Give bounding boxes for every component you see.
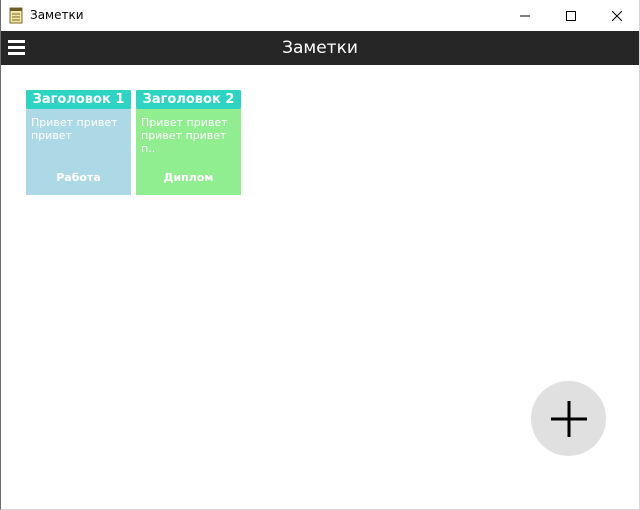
note-title: Заголовок 2	[136, 90, 241, 109]
minimize-button[interactable]	[502, 0, 548, 31]
title-bar: Заметки	[0, 0, 640, 31]
header-title: Заметки	[282, 38, 358, 58]
add-note-button[interactable]	[531, 381, 606, 456]
note-card[interactable]: Заголовок 2 Привет привет привет привет …	[136, 90, 241, 195]
note-category: Работа	[56, 171, 101, 184]
note-title: Заголовок 1	[26, 90, 131, 109]
hamburger-menu-icon[interactable]	[8, 40, 25, 56]
note-body: Привет привет привет привет п..	[141, 116, 228, 154]
note-card[interactable]: Заголовок 1 Привет привет привет Работа	[26, 90, 131, 195]
note-body: Привет привет привет	[31, 116, 118, 142]
minimize-icon	[520, 15, 530, 16]
plus-icon	[550, 400, 587, 437]
close-button[interactable]	[594, 0, 640, 31]
close-icon	[612, 10, 622, 21]
notepad-app-icon	[9, 7, 23, 24]
window-title: Заметки	[30, 8, 84, 22]
maximize-button[interactable]	[548, 0, 594, 31]
note-category: Диплом	[163, 171, 214, 184]
app-header: Заметки	[0, 31, 640, 65]
maximize-icon	[566, 10, 576, 21]
